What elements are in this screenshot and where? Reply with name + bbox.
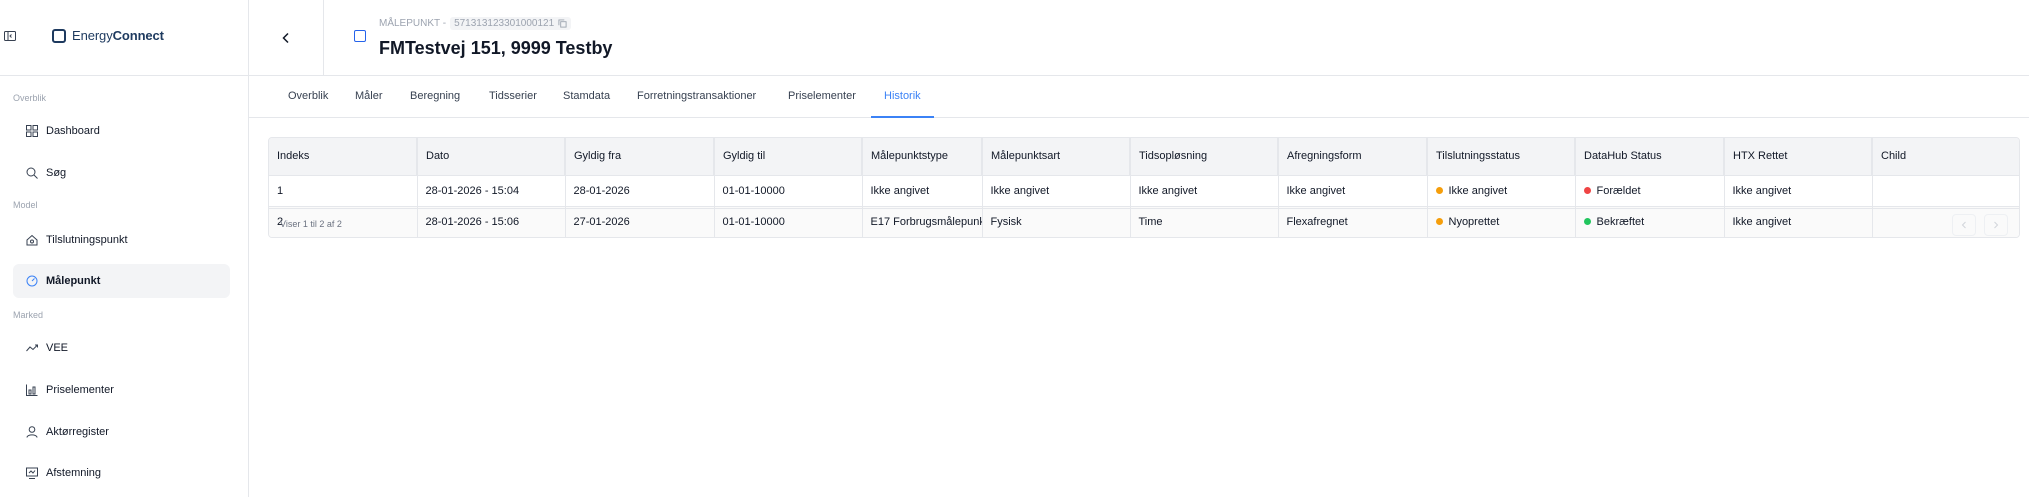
sidebar-item-dashboard[interactable]: Dashboard (13, 114, 230, 148)
next-page-button[interactable] (1984, 214, 2008, 236)
sidebar-item-aktorregister[interactable]: Aktørregister (13, 415, 230, 449)
status-text: Ikke angivet (1448, 184, 1508, 197)
cell-gyldig-fra: 28-01-2026 (565, 174, 715, 206)
tab-stamdata[interactable]: Stamdata (550, 77, 623, 118)
meter-id-badge[interactable]: 571313123301000121 (450, 17, 572, 30)
sidebar: EnergyConnect Overblik Dashboard Søg Mod… (0, 0, 249, 497)
column-header-indeks[interactable]: Indeks (269, 138, 418, 175)
sidebar-item-label: VEE (46, 342, 69, 354)
sidebar-item-label: Afstemning (46, 467, 102, 479)
chevron-right-icon (1994, 221, 1999, 229)
status-text: Forældet (1596, 184, 1641, 197)
history-table: Indeks Dato Gyldig fra Gyldig til Målepu… (268, 137, 2020, 238)
search-icon (26, 167, 38, 179)
sidebar-item-vee[interactable]: VEE (13, 331, 230, 365)
sidebar-item-afstemning[interactable]: Afstemning (13, 456, 230, 490)
back-button[interactable] (249, 0, 324, 76)
sidebar-item-label: Målepunkt (46, 275, 101, 287)
chart-bar-icon (26, 384, 38, 396)
sidebar-section-marked: Marked (13, 310, 44, 320)
column-header-tidsoplosning[interactable]: Tidsopløsning (1130, 138, 1279, 175)
chevron-left-icon (282, 32, 289, 44)
logo-mark-icon (52, 28, 66, 43)
trend-icon (26, 344, 38, 352)
app: EnergyConnect Overblik Dashboard Søg Mod… (0, 0, 2029, 497)
cell-tidsoplosning: Ikke angivet (1130, 174, 1279, 206)
sidebar-item-label: Dashboard (46, 125, 100, 137)
table-row[interactable]: 1 28-01-2026 - 15:04 28-01-2026 01-01-10… (269, 174, 2019, 206)
user-icon (26, 426, 38, 438)
sidebar-item-priselementer[interactable]: Priselementer (13, 373, 230, 407)
column-header-htx-rettet[interactable]: HTX Rettet (1724, 138, 1873, 175)
sidebar-section-model: Model (13, 200, 38, 210)
page-header: MÅLEPUNKT - 571313123301000121 FMTestvej… (249, 0, 2029, 76)
sidebar-header: EnergyConnect (0, 0, 248, 76)
pagination-info: Viser 1 til 2 af 2 (280, 219, 342, 229)
cell-child (1872, 174, 2019, 206)
brand-name: EnergyConnect (72, 28, 164, 43)
tab-priselementer[interactable]: Priselementer (775, 77, 869, 118)
column-header-tilslutningsstatus[interactable]: Tilslutningsstatus (1427, 138, 1576, 175)
sidebar-item-label: Søg (46, 167, 67, 179)
tab-overblik[interactable]: Overblik (275, 77, 341, 118)
cell-indeks: 1 (269, 174, 418, 206)
column-header-gyldig-til[interactable]: Gyldig til (714, 138, 863, 175)
cell-malepunktstype: Ikke angivet (862, 174, 983, 206)
column-header-dato[interactable]: Dato (417, 138, 566, 175)
status-dot (1435, 186, 1443, 194)
cell-htx-rettet: Ikke angivet (1724, 174, 1873, 206)
sidebar-section-overblik: Overblik (13, 93, 47, 103)
cell-afregningsform: Ikke angivet (1278, 174, 1428, 206)
tab-beregning[interactable]: Beregning (397, 77, 473, 118)
column-header-malepunktsart[interactable]: Målepunktsart (982, 138, 1131, 175)
prev-page-button[interactable] (1952, 214, 1976, 236)
sidebar-item-tilslutningspunkt[interactable]: Tilslutningspunkt (13, 223, 230, 257)
cell-dato: 28-01-2026 - 15:04 (417, 174, 566, 206)
grid-icon (26, 125, 38, 137)
tab-maler[interactable]: Måler (342, 77, 396, 118)
copy-icon[interactable] (558, 19, 567, 28)
home-icon (26, 234, 38, 246)
column-header-afregningsform[interactable]: Afregningsform (1278, 138, 1428, 175)
sidebar-item-sog[interactable]: Søg (13, 156, 230, 190)
cell-gyldig-til: 01-01-10000 (714, 174, 863, 206)
column-header-gyldig-fra[interactable]: Gyldig fra (565, 138, 715, 175)
tab-historik[interactable]: Historik (871, 77, 934, 118)
tab-tidsserier[interactable]: Tidsserier (476, 77, 550, 118)
column-header-child[interactable]: Child (1872, 138, 2019, 175)
brand-logo[interactable]: EnergyConnect (52, 28, 164, 43)
gauge-icon (26, 275, 38, 287)
sidebar-item-label: Aktørregister (46, 426, 109, 438)
tab-forretningstransaktioner[interactable]: Forretningstransaktioner (624, 77, 769, 118)
meterpoint-subtitle: MÅLEPUNKT - 571313123301000121 (379, 17, 572, 30)
sidebar-item-label: Tilslutningspunkt (46, 234, 128, 246)
cell-datahub-status: Forældet (1575, 174, 1725, 206)
table-header-row: Indeks Dato Gyldig fra Gyldig til Målepu… (269, 138, 2019, 175)
column-header-datahub-status[interactable]: DataHub Status (1575, 138, 1725, 175)
table-footer: Viser 1 til 2 af 2 (269, 208, 2019, 237)
cell-tilslutningsstatus: Ikke angivet (1427, 174, 1576, 206)
subtitle-label: MÅLEPUNKT - (379, 18, 447, 29)
cell-malepunktsart: Ikke angivet (982, 174, 1131, 206)
sidebar-toggle-icon[interactable] (4, 30, 16, 42)
status-dot (1583, 186, 1591, 194)
page-title: FMTestvej 151, 9999 Testby (379, 38, 613, 58)
column-header-malepunktstype[interactable]: Målepunktstype (862, 138, 983, 175)
sidebar-item-label: Priselementer (46, 384, 114, 396)
meterpoint-icon (354, 30, 366, 42)
scale-icon (26, 467, 38, 479)
chevron-left-icon (1961, 221, 1966, 229)
sidebar-item-malepunkt[interactable]: Målepunkt (13, 264, 230, 298)
tab-bar: Overblik Måler Beregning Tidsserier Stam… (249, 77, 2029, 118)
meter-id: 571313123301000121 (454, 18, 555, 29)
